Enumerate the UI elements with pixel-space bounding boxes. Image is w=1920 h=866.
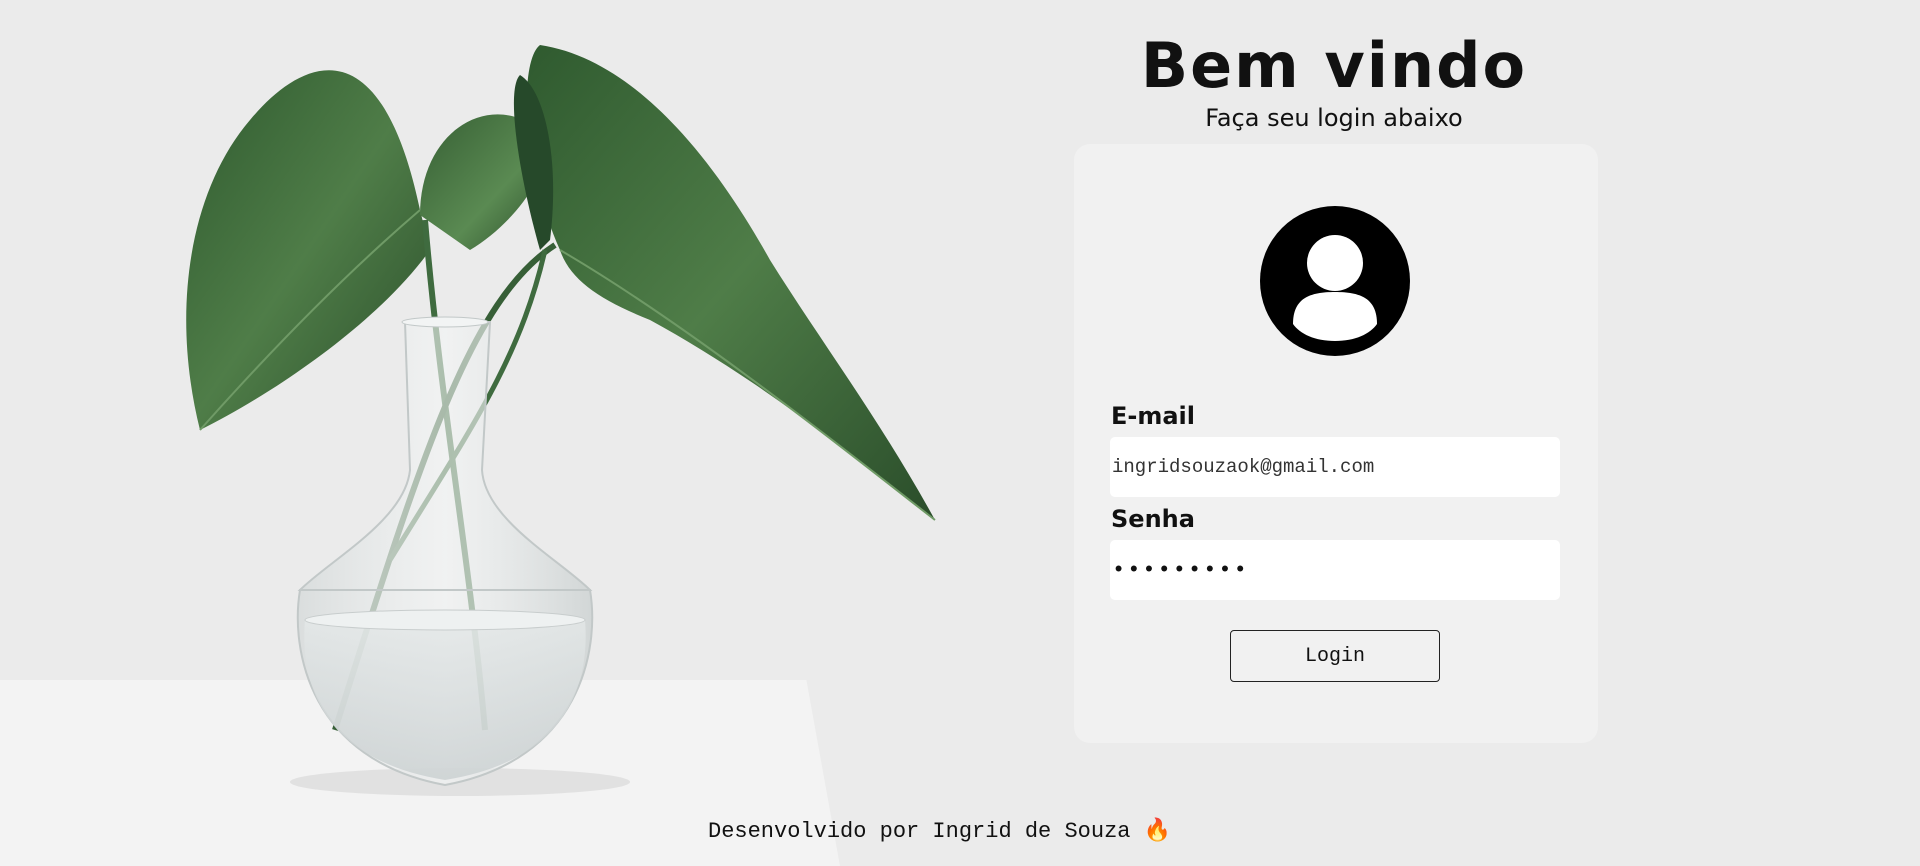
footer-credit: Desenvolvido por Ingrid de Souza 🔥 — [708, 819, 1172, 844]
email-label: E-mail — [1111, 402, 1196, 430]
page-subtitle: Faça seu login abaixo — [1205, 104, 1463, 132]
user-avatar-icon — [1260, 206, 1410, 356]
password-label: Senha — [1111, 505, 1195, 533]
login-button[interactable]: Login — [1230, 630, 1440, 682]
plant-vase-image — [186, 45, 936, 796]
background-scene — [0, 0, 1920, 866]
welcome-header: Bem vindo Faça seu login abaixo — [1074, 28, 1594, 132]
password-field[interactable] — [1110, 540, 1560, 600]
page-title: Bem vindo — [1140, 29, 1528, 102]
login-card: E-mail Senha Login — [1074, 144, 1598, 743]
email-field[interactable] — [1110, 437, 1560, 497]
